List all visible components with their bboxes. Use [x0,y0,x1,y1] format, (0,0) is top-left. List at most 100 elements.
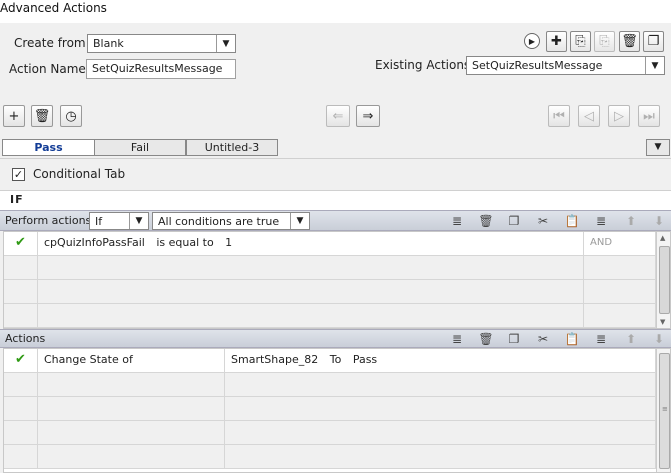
tab-untitled-3[interactable]: Untitled-3 [186,139,278,156]
action-name-label: Action Name: [9,62,90,76]
empty-cell [584,256,656,279]
paste-row-icon[interactable]: 📋 [564,213,580,229]
first-decision-button[interactable]: ⏮ [548,105,570,127]
action-row[interactable] [4,445,656,469]
empty-cell [4,445,38,468]
check-icon: ✔ [4,349,38,372]
conditions-grid: ✔ cpQuizInfoPassFail is equal to 1 AND ▲… [3,231,671,329]
actions-toolbar: Actions ≣ 🗑 ❐ ✂ 📋 ≣ ⬆ ⬇ [0,329,671,348]
existing-actions-label: Existing Actions: [375,58,475,72]
conditions-mode-dropdown[interactable]: All conditions are true ▼ [152,212,310,230]
condition-row[interactable] [4,256,656,280]
empty-cell [225,397,656,420]
move-right-button[interactable]: ⇒ [356,105,380,127]
condition-row[interactable]: ✔ cpQuizInfoPassFail is equal to 1 AND [4,232,656,256]
delete-decision-button[interactable]: 🗑 [31,105,53,127]
action-to-label: To [329,353,342,366]
scroll-grip-icon: ≡ [662,405,668,413]
action-row[interactable] [4,397,656,421]
create-from-dropdown[interactable]: Blank ▼ [87,34,236,53]
save-as-template-button[interactable]: ⎘ [570,31,591,52]
insert-after-icon[interactable]: ≣ [593,331,609,347]
scroll-up-icon[interactable]: ▲ [660,234,665,242]
create-from-value: Blank [93,37,124,50]
insert-row-icon[interactable]: ≣ [449,213,465,229]
perform-actions-label: Perform actions: [5,214,95,227]
empty-cell [4,256,38,279]
move-down-icon[interactable]: ⬇ [651,331,667,347]
move-left-button[interactable]: ⇐ [326,105,350,127]
chevron-down-icon: ▼ [645,57,664,74]
duplicate-decision-button[interactable]: ◷ [60,105,82,127]
empty-cell [584,304,656,327]
tab-fail[interactable]: Fail [94,139,186,156]
scroll-thumb[interactable]: ≡ [659,353,670,469]
conditions-toolbar: Perform actions: If ▼ All conditions are… [0,210,671,231]
move-down-icon[interactable]: ⬇ [651,213,667,229]
action-state: Pass [352,353,378,366]
empty-cell [38,280,584,303]
add-decision-button[interactable]: + [3,105,25,127]
conditions-mode-value: All conditions are true [158,215,280,228]
window-title: Advanced Actions [0,0,671,23]
actions-grid: ✔ Change State of SmartShape_82 To Pass … [3,348,671,473]
last-decision-button[interactable]: ⏭ [638,105,660,127]
chevron-down-icon: ▼ [129,213,148,229]
actions-header: Actions [5,332,46,345]
update-action-button[interactable]: ⎘ [594,31,615,52]
condition-row[interactable] [4,280,656,304]
decision-tabs: Pass Fail Untitled-3 ▼ [0,139,671,157]
copy-row-icon[interactable]: ❐ [506,213,522,229]
conditional-tab-label: Conditional Tab [33,167,126,181]
previous-decision-button[interactable]: ◁ [578,105,600,127]
condition-join[interactable]: AND [584,232,656,255]
scroll-thumb[interactable] [659,246,670,314]
action-row[interactable]: ✔ Change State of SmartShape_82 To Pass [4,349,656,373]
condition-operator: is equal to [156,236,214,249]
scroll-down-icon[interactable]: ▼ [660,318,665,326]
empty-cell [225,373,656,396]
empty-cell [225,421,656,444]
action-target: SmartShape_82 [231,353,319,366]
duplicate-action-button[interactable]: ❐ [643,31,664,52]
chevron-down-icon: ▼ [216,35,235,52]
empty-cell [38,256,584,279]
conditions-scrollbar[interactable]: ▲ ▼ [656,232,670,328]
empty-cell [225,445,656,468]
empty-cell [38,304,584,327]
existing-actions-value: SetQuizResultsMessage [472,59,603,72]
action-row[interactable] [4,421,656,445]
delete-row-icon[interactable]: 🗑 [478,213,494,229]
cut-row-icon[interactable]: ✂ [535,331,551,347]
empty-cell [4,280,38,303]
tabs-menu-button[interactable]: ▼ [646,139,670,156]
add-action-button[interactable]: ✚ [546,31,567,52]
empty-cell [584,280,656,303]
conditional-tab-row: ✓ Conditional Tab [0,158,671,191]
tab-pass[interactable]: Pass [2,139,95,156]
move-up-icon[interactable]: ⬆ [623,213,639,229]
chevron-down-icon: ▼ [290,213,309,229]
action-type[interactable]: Change State of [38,349,225,372]
create-from-label: Create from: [14,36,90,50]
next-decision-button[interactable]: ▷ [608,105,630,127]
delete-row-icon[interactable]: 🗑 [478,331,494,347]
delete-action-button[interactable]: 🗑 [619,31,640,52]
move-up-icon[interactable]: ⬆ [623,331,639,347]
empty-cell [4,304,38,327]
actions-scrollbar[interactable]: ≡ [656,349,670,472]
insert-after-icon[interactable]: ≣ [593,213,609,229]
preview-play-icon[interactable]: ▶ [524,33,540,49]
paste-row-icon[interactable]: 📋 [564,331,580,347]
action-target-cell[interactable]: SmartShape_82 To Pass [225,349,656,372]
insert-row-icon[interactable]: ≣ [449,331,465,347]
condition-cell[interactable]: cpQuizInfoPassFail is equal to 1 [38,232,584,255]
perform-mode-dropdown[interactable]: If ▼ [89,212,149,230]
cut-row-icon[interactable]: ✂ [535,213,551,229]
action-row[interactable] [4,373,656,397]
condition-row[interactable] [4,304,656,328]
copy-row-icon[interactable]: ❐ [506,331,522,347]
existing-actions-dropdown[interactable]: SetQuizResultsMessage ▼ [466,56,665,75]
action-name-field[interactable]: SetQuizResultsMessage [86,59,236,79]
conditional-tab-checkbox[interactable]: ✓ [12,168,25,181]
